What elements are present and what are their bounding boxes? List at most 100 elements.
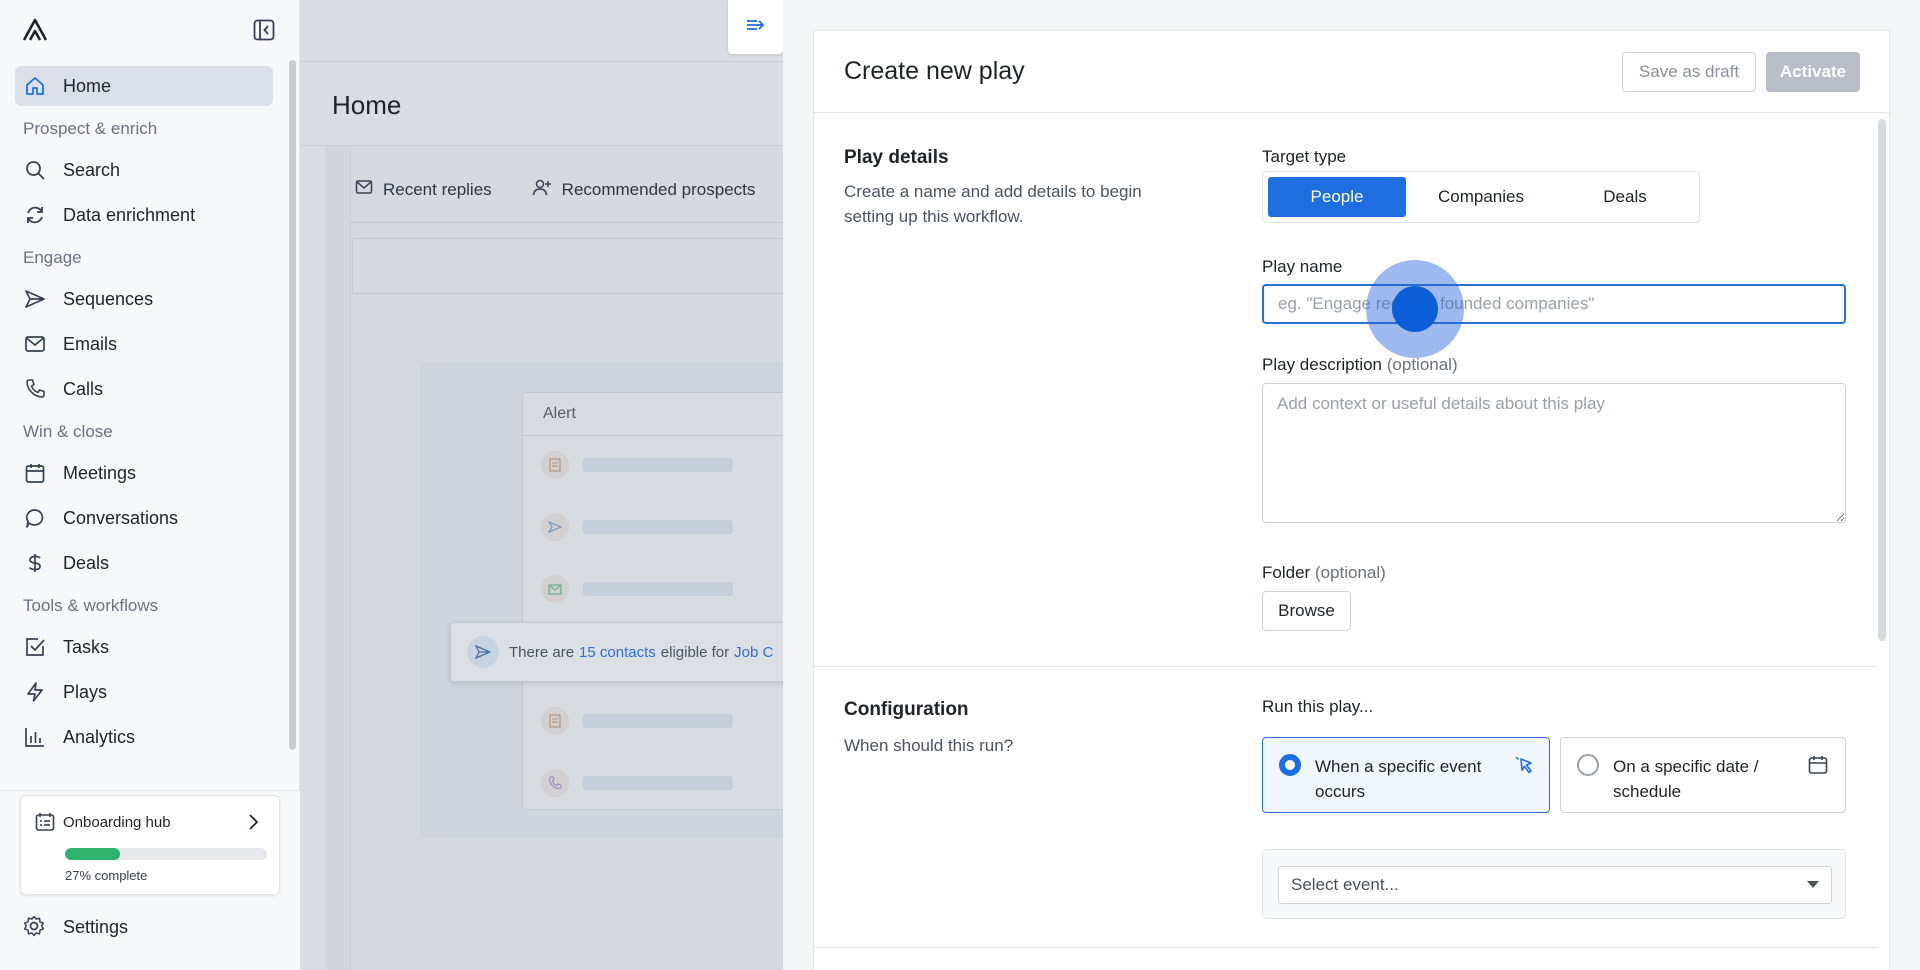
tab-label: Recent replies <box>383 179 492 199</box>
sidebar-item-deals[interactable]: Deals <box>15 543 273 583</box>
sidebar-item-meetings[interactable]: Meetings <box>15 453 273 493</box>
activate-button[interactable]: Activate <box>1766 52 1860 92</box>
send-icon <box>467 636 499 668</box>
target-option-people[interactable]: People <box>1268 177 1406 217</box>
onboarding-progress-label: 27% complete <box>65 868 148 883</box>
sidebar-item-sequences[interactable]: Sequences <box>15 279 273 319</box>
configuration-description: When should this run? <box>844 736 1014 755</box>
run-this-play-label: Run this play... <box>1262 697 1374 716</box>
play-description-textarea[interactable] <box>1262 383 1846 523</box>
checkbox-icon <box>23 635 47 659</box>
bar-chart-icon <box>23 725 47 749</box>
event-selector-box: Select event... <box>1262 849 1846 919</box>
browse-folder-button[interactable]: Browse <box>1262 591 1351 631</box>
folder-label-text: Folder <box>1262 563 1311 582</box>
app-logo-icon[interactable] <box>22 18 48 42</box>
optional-tag: (optional) <box>1386 355 1458 374</box>
radio-button[interactable] <box>1577 754 1599 776</box>
save-as-draft-button[interactable]: Save as draft <box>1622 52 1756 92</box>
sidebar-item-label: Emails <box>63 333 118 354</box>
run-on-schedule-option[interactable]: On a specific date / schedule <box>1560 737 1846 813</box>
run-on-event-option[interactable]: When a specific event occurs <box>1262 737 1550 813</box>
target-option-companies[interactable]: Companies <box>1412 177 1550 217</box>
alert-title: Alert <box>543 405 576 422</box>
dropdown-arrow-icon <box>1807 881 1819 888</box>
sidebar-item-emails[interactable]: Emails <box>15 324 273 364</box>
sidebar-item-label: Conversations <box>63 507 179 528</box>
list-item <box>541 445 823 485</box>
sidebar-section-label: Tools & workflows <box>23 596 159 615</box>
sidebar-item-label: Deals <box>63 552 110 573</box>
add-person-icon <box>532 178 552 201</box>
lightning-icon <box>23 680 47 704</box>
panel-header: Create new play Save as draft Activate <box>814 31 1889 113</box>
play-name-input[interactable] <box>1262 284 1846 324</box>
sidebar-item-label: Plays <box>63 681 108 702</box>
select-event-dropdown[interactable]: Select event... <box>1278 866 1832 904</box>
sidebar-item-label: Data enrichment <box>63 204 196 225</box>
tab-recommended-prospects[interactable]: Recommended prospects <box>532 178 755 201</box>
chevron-right-icon <box>243 812 263 832</box>
collapse-sidebar-icon[interactable] <box>252 18 276 42</box>
list-item <box>541 569 823 609</box>
contacts-link[interactable]: 15 contacts <box>579 644 656 661</box>
send-icon <box>541 513 569 541</box>
target-type-toggle: People Companies Deals <box>1262 171 1700 223</box>
target-type-label: Target type <box>1262 147 1347 166</box>
toast-prefix: There are <box>509 643 575 661</box>
play-link[interactable]: Job C <box>734 644 773 661</box>
sidebar-item-calls[interactable]: Calls <box>15 369 273 409</box>
home-icon <box>23 74 47 98</box>
tab-recent-replies[interactable]: Recent replies <box>355 178 492 201</box>
play-name-label: Play name <box>1262 257 1343 276</box>
onboarding-hub-card[interactable]: Onboarding hub 27% complete <box>20 795 280 895</box>
sidebar-item-data-enrichment[interactable]: Data enrichment <box>15 195 273 235</box>
home-tabs: Recent replies Recommended prospects <box>355 178 755 201</box>
panel-title: Create new play <box>844 57 1025 85</box>
list-item <box>541 507 823 547</box>
play-description-label-text: Play description <box>1262 355 1383 374</box>
search-icon <box>23 158 47 182</box>
run-on-event-label: When a specific event occurs <box>1315 757 1482 801</box>
sidebar-item-home[interactable]: Home <box>15 66 273 106</box>
cursor-click-icon <box>1513 754 1535 776</box>
mail-icon <box>355 178 373 201</box>
sidebar-scrollbar[interactable] <box>289 60 296 750</box>
alert-preview-card: Alert <box>522 392 822 810</box>
panel-scrollbar[interactable] <box>1878 119 1886 641</box>
create-play-panel: Create new play Save as draft Activate P… <box>813 30 1890 970</box>
placeholder-bar <box>583 520 733 534</box>
play-description-label: Play description (optional) <box>1262 355 1458 375</box>
sidebar: Home Prospect & enrich Search Data enric… <box>0 0 300 970</box>
mail-icon <box>541 575 569 603</box>
target-option-deals[interactable]: Deals <box>1556 177 1694 217</box>
sidebar-item-plays[interactable]: Plays <box>15 672 273 712</box>
checklist-calendar-icon <box>35 812 55 832</box>
sidebar-item-search[interactable]: Search <box>15 150 273 190</box>
click-indicator-dot <box>1392 286 1438 332</box>
sidebar-item-label: Tasks <box>63 636 110 657</box>
chat-bubble-icon <box>23 506 47 530</box>
sidebar-item-conversations[interactable]: Conversations <box>15 498 273 538</box>
sidebar-item-settings[interactable]: Settings <box>23 915 128 939</box>
sidebar-item-label: Calls <box>63 378 104 399</box>
phone-icon <box>23 377 47 401</box>
sidebar-item-tasks[interactable]: Tasks <box>15 627 273 667</box>
document-icon <box>541 707 569 735</box>
calendar-icon <box>1807 754 1829 776</box>
sidebar-section-label: Prospect & enrich <box>23 119 158 138</box>
drawer-toggle-button[interactable] <box>728 0 783 54</box>
list-item <box>541 701 823 741</box>
phone-icon <box>541 769 569 797</box>
placeholder-bar <box>583 582 733 596</box>
sidebar-item-label: Sequences <box>63 288 154 309</box>
list-item <box>541 763 823 803</box>
eligible-contacts-toast: There are 15 contacts eligible for Job C <box>450 622 790 682</box>
sidebar-item-label: Analytics <box>63 726 136 747</box>
sidebar-item-analytics[interactable]: Analytics <box>15 717 273 757</box>
play-details-title: Play details <box>844 147 949 168</box>
configuration-title: Configuration <box>844 699 969 720</box>
radio-button-selected[interactable] <box>1279 754 1301 776</box>
refresh-icon <box>23 203 47 227</box>
content-card <box>352 238 852 294</box>
